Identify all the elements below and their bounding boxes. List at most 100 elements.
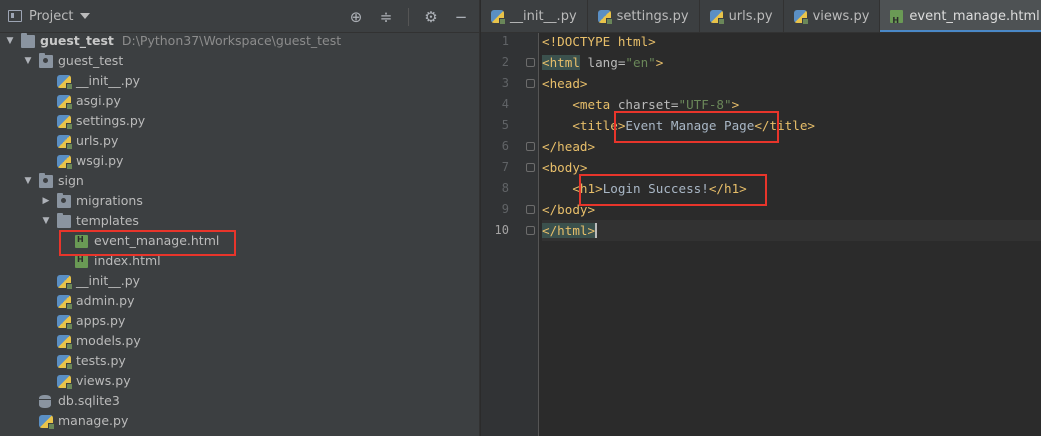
code-token: <head> bbox=[542, 76, 588, 91]
tree-item[interactable]: settings.py bbox=[0, 111, 479, 131]
code-token: <title> bbox=[572, 118, 626, 133]
fold-marker-icon[interactable] bbox=[526, 79, 535, 88]
tree-item[interactable]: ▼ guest_test D:\Python37\Workspace\guest_t… bbox=[0, 31, 479, 51]
line-number: 6 bbox=[501, 139, 509, 153]
python-file-icon bbox=[57, 275, 73, 290]
editor-tab[interactable]: urls.py bbox=[700, 0, 784, 32]
expand-arrow-icon[interactable]: ▼ bbox=[23, 51, 33, 71]
tree-item-label: __init__.py bbox=[76, 273, 141, 288]
tab-label: views.py bbox=[812, 9, 870, 24]
project-path: D:\Python37\Workspace\guest_test bbox=[121, 33, 342, 48]
tree-item-label: sign bbox=[58, 173, 84, 188]
python-file-icon bbox=[57, 95, 73, 110]
code-token: Login Success! bbox=[602, 181, 709, 196]
tree-item-label: admin.py bbox=[76, 293, 135, 308]
tree-item[interactable]: index.html bbox=[0, 250, 479, 271]
tree-item[interactable]: tests.py bbox=[0, 351, 479, 371]
python-file-icon bbox=[793, 10, 809, 25]
fold-marker-icon[interactable] bbox=[526, 58, 535, 67]
code-token: <!DOCTYPE html> bbox=[542, 34, 656, 49]
code-token: <html bbox=[542, 55, 580, 70]
code-token: </title> bbox=[754, 118, 815, 133]
collapse-arrow-icon[interactable]: ▶ bbox=[41, 191, 51, 211]
tree-item[interactable]: views.py bbox=[0, 371, 479, 391]
code-token: <body> bbox=[542, 160, 588, 175]
tree-item[interactable]: __init__.py bbox=[0, 271, 479, 291]
tree-item[interactable]: ▼ sign bbox=[0, 171, 479, 191]
gear-icon[interactable]: ⚙ bbox=[423, 9, 439, 25]
code-line[interactable]: <head> bbox=[542, 73, 1041, 94]
code-editor[interactable]: <!DOCTYPE html> <html lang="en"> <head> <m… bbox=[540, 33, 1041, 436]
python-file-icon bbox=[57, 375, 73, 390]
code-token: > bbox=[731, 97, 740, 112]
python-file-icon bbox=[597, 10, 613, 25]
html-file-icon bbox=[75, 250, 88, 270]
editor-tab-bar: __init__.py settings.py urls.py views.py eve… bbox=[481, 0, 1041, 33]
code-token: lang= bbox=[579, 55, 626, 70]
code-line[interactable]: <html lang="en"> bbox=[542, 52, 1041, 73]
code-line[interactable]: </body> bbox=[542, 199, 1041, 220]
tree-item[interactable]: ▼ guest_test bbox=[0, 51, 479, 71]
folder-icon bbox=[57, 213, 71, 228]
tree-item[interactable]: db.sqlite3 bbox=[0, 391, 479, 411]
code-line[interactable]: <!DOCTYPE html> bbox=[542, 31, 1041, 52]
tree-item[interactable]: event_manage.html bbox=[0, 230, 479, 251]
code-line[interactable]: </head> bbox=[542, 136, 1041, 157]
tree-item-label: event_manage.html bbox=[94, 233, 220, 248]
tree-item-label: asgi.py bbox=[76, 93, 121, 108]
editor-tab[interactable]: event_manage.html bbox=[880, 0, 1041, 32]
tree-item[interactable]: __init__.py bbox=[0, 71, 479, 91]
tree-item[interactable]: urls.py bbox=[0, 131, 479, 151]
tree-item-label: index.html bbox=[94, 253, 161, 268]
tree-item[interactable]: manage.py bbox=[0, 411, 479, 431]
tree-item[interactable]: wsgi.py bbox=[0, 151, 479, 171]
hide-icon[interactable]: − bbox=[453, 9, 469, 25]
code-line[interactable]: <body> bbox=[542, 157, 1041, 178]
code-token: <meta bbox=[572, 97, 611, 112]
tree-item[interactable]: models.py bbox=[0, 331, 479, 351]
python-file-icon bbox=[39, 415, 55, 430]
project-view-selector[interactable]: Project bbox=[29, 9, 73, 24]
fold-marker-icon[interactable] bbox=[526, 142, 535, 151]
fold-marker-icon[interactable] bbox=[526, 226, 535, 235]
tree-item-label: manage.py bbox=[58, 413, 129, 428]
project-panel-icon bbox=[8, 10, 22, 22]
chevron-down-icon[interactable] bbox=[80, 13, 91, 19]
tree-item[interactable]: admin.py bbox=[0, 291, 479, 311]
expand-arrow-icon[interactable]: ▼ bbox=[23, 171, 33, 191]
code-token: "UTF-8" bbox=[678, 97, 732, 112]
tree-item[interactable]: apps.py bbox=[0, 311, 479, 331]
crosshair-icon[interactable]: ⊕ bbox=[348, 9, 364, 25]
collapse-icon[interactable]: ≑ bbox=[378, 9, 394, 25]
tab-label: settings.py bbox=[616, 9, 689, 24]
tree-item[interactable]: ▶ migrations bbox=[0, 191, 479, 211]
editor-tab[interactable]: settings.py bbox=[588, 0, 700, 32]
expand-arrow-icon[interactable]: ▼ bbox=[41, 211, 51, 231]
tree-item[interactable]: asgi.py bbox=[0, 91, 479, 111]
tree-item[interactable]: ▼ templates bbox=[0, 211, 479, 231]
line-number: 2 bbox=[501, 55, 509, 69]
code-line[interactable]: <title>Event Manage Page</title> bbox=[542, 115, 1041, 136]
fold-marker-icon[interactable] bbox=[526, 205, 535, 214]
tree-item-label: settings.py bbox=[76, 113, 146, 128]
python-file-icon bbox=[57, 355, 73, 370]
line-number: 1 bbox=[501, 34, 509, 48]
code-token: Event Manage Page bbox=[625, 118, 755, 133]
code-line[interactable]: <meta charset="UTF-8"> bbox=[542, 94, 1041, 115]
folder-icon bbox=[21, 33, 35, 48]
editor-tab[interactable]: views.py bbox=[784, 0, 881, 32]
fold-marker-icon[interactable] bbox=[526, 163, 535, 172]
python-file-icon bbox=[491, 10, 506, 25]
tab-label: urls.py bbox=[728, 9, 773, 24]
python-file-icon bbox=[57, 155, 73, 170]
tree-item-label: views.py bbox=[76, 373, 131, 388]
editor-tab[interactable]: __init__.py bbox=[481, 0, 588, 32]
expand-arrow-icon[interactable]: ▼ bbox=[5, 31, 15, 51]
tree-item-label: guest_test bbox=[40, 33, 114, 48]
code-line[interactable]: </html> bbox=[542, 220, 1041, 241]
tree-item-label: migrations bbox=[76, 193, 143, 208]
text-caret bbox=[595, 223, 598, 238]
code-line[interactable]: <h1>Login Success!</h1> bbox=[542, 178, 1041, 199]
